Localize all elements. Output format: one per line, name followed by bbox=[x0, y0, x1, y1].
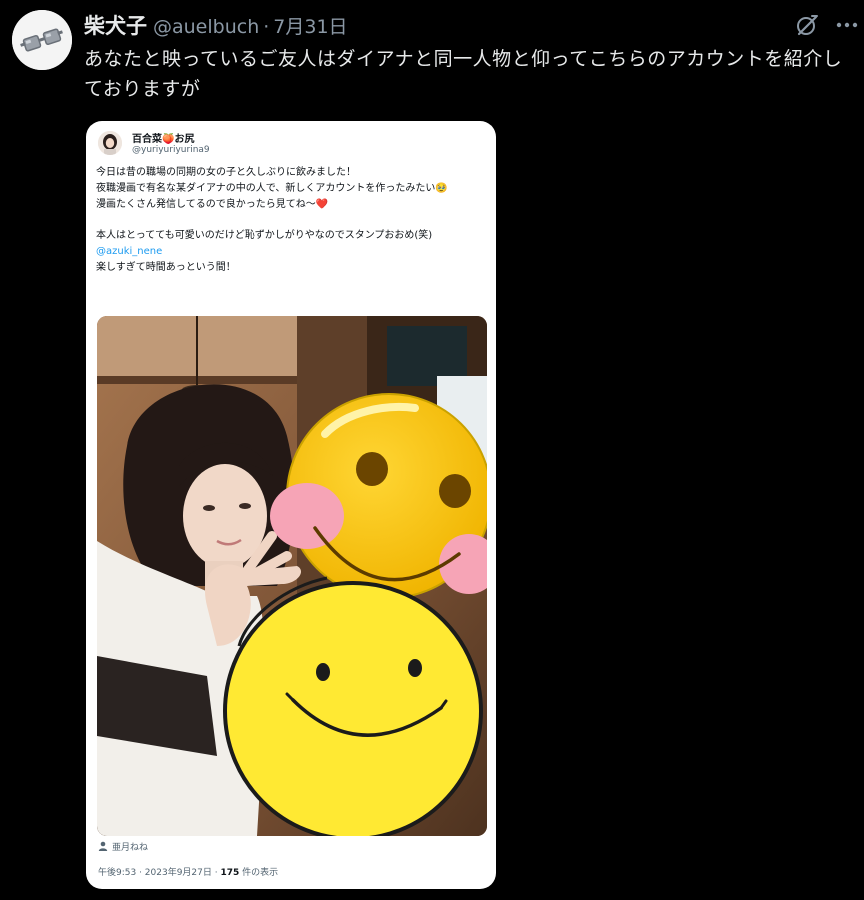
user-handle[interactable]: @auelbuch bbox=[153, 16, 259, 38]
quoted-post-card[interactable]: 百合菜🍑お尻 @yuriyuriyurina9 今日は昔の職場の同期の女の子と久… bbox=[86, 121, 496, 889]
person-icon bbox=[98, 841, 108, 851]
quoted-avatar[interactable] bbox=[98, 131, 122, 155]
quoted-avatar-icon bbox=[98, 131, 122, 155]
quoted-text-part-1: 今日は昔の職場の同期の女の子と久しぶりに飲みました！ 夜職漫画で有名な某ダイアナ… bbox=[96, 167, 448, 242]
mention-link[interactable]: @azuki_nene bbox=[96, 246, 162, 257]
post-date[interactable]: 7月31日 bbox=[273, 12, 347, 39]
post-header: 柴犬子 @auelbuch · 7月31日 bbox=[84, 10, 348, 39]
separator-dot: · bbox=[263, 16, 270, 38]
post-photo[interactable] bbox=[97, 316, 487, 836]
quoted-post-text: 今日は昔の職場の同期の女の子と久しぶりに飲みました！ 夜職漫画で有名な某ダイアナ… bbox=[96, 165, 492, 276]
more-options-icon[interactable] bbox=[834, 12, 860, 38]
photo-illustration bbox=[97, 316, 487, 836]
quoted-time[interactable]: 午後9:53 · 2023年9月27日 · bbox=[98, 868, 220, 878]
views-label: 件の表示 bbox=[239, 868, 279, 878]
quoted-meta: 午後9:53 · 2023年9月27日 · 175 件の表示 bbox=[98, 865, 278, 878]
grok-icon[interactable] bbox=[794, 12, 820, 38]
views-count: 175 bbox=[220, 868, 240, 878]
quoted-handle[interactable]: @yuriyuriyurina9 bbox=[132, 145, 210, 155]
avatar[interactable] bbox=[12, 10, 72, 70]
photo-tag[interactable]: 亜月ねね bbox=[98, 838, 148, 854]
photo-tag-name[interactable]: 亜月ねね bbox=[112, 840, 148, 853]
quoted-text-part-2: 楽しすぎて時間あっという間！ bbox=[96, 261, 236, 273]
quoted-display-name[interactable]: 百合菜🍑お尻 bbox=[132, 130, 194, 145]
glasses-avatar-icon bbox=[12, 10, 72, 70]
post-text: あなたと映っているご友人はダイアナと同一人物と仰ってこちらのアカウントを紹介して… bbox=[84, 48, 843, 100]
display-name[interactable]: 柴犬子 bbox=[84, 10, 147, 40]
